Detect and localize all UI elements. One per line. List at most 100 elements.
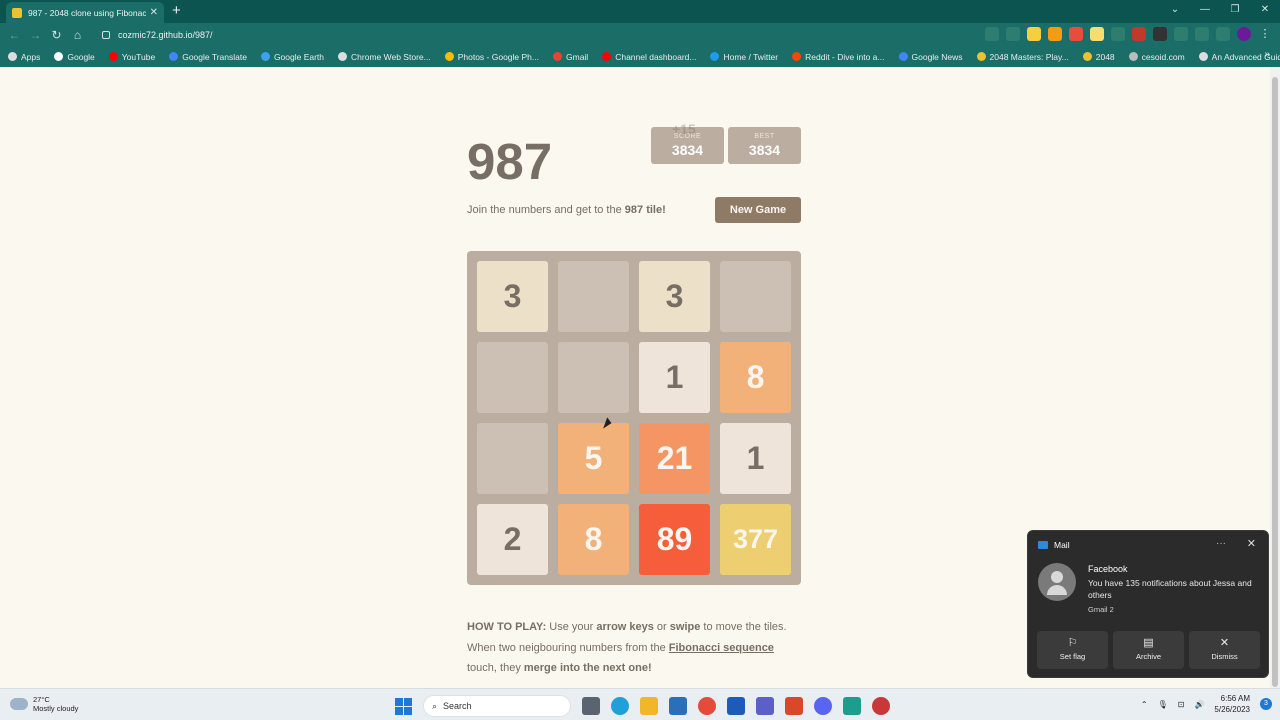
- app-icon[interactable]: [872, 697, 890, 715]
- bookmark-item[interactable]: Google Translate: [169, 52, 247, 62]
- bookmark-label: YouTube: [121, 51, 156, 62]
- notification-app: Mail: [1038, 540, 1070, 550]
- app-icon[interactable]: [843, 697, 861, 715]
- home-icon[interactable]: ⌂: [67, 28, 88, 42]
- notification-close-icon[interactable]: ✕: [1247, 537, 1256, 550]
- bookmark-item[interactable]: YouTube: [108, 51, 156, 62]
- clock[interactable]: 6:56 AM 5/26/2023: [1214, 693, 1250, 715]
- archive-button[interactable]: ▤ Archive: [1113, 631, 1184, 669]
- new-game-button[interactable]: New Game: [715, 197, 801, 223]
- mail-app-icon[interactable]: [669, 697, 687, 715]
- cloud-icon: [10, 698, 28, 710]
- extension-icon[interactable]: [1132, 27, 1146, 41]
- bookmark-item[interactable]: Google Earth: [260, 52, 324, 62]
- grid-cell: [558, 342, 629, 413]
- how-to-play: HOW TO PLAY: Use your arrow keys or swip…: [467, 617, 787, 679]
- menu-kebab-icon[interactable]: ⋮: [1258, 27, 1272, 41]
- dismiss-button[interactable]: ✕ Dismiss: [1189, 631, 1260, 669]
- address-bar[interactable]: cozmic72.github.io/987/: [96, 25, 976, 44]
- bookmark-item[interactable]: Photos - Google Ph...: [444, 52, 539, 62]
- fibonacci-link[interactable]: Fibonacci sequence: [669, 642, 774, 654]
- bookmarks-bar: Apps Google YouTube Google Translate Google …: [0, 46, 1280, 67]
- tab-close-icon[interactable]: ✕: [150, 7, 158, 18]
- intro-text: Join the numbers and get to the 987 tile…: [467, 204, 666, 216]
- weather-widget[interactable]: 27°C Mostly cloudy: [10, 695, 78, 713]
- tile: 2: [477, 504, 548, 575]
- bookmark-favicon-icon: [553, 52, 562, 61]
- weather-condition: Mostly cloudy: [33, 704, 79, 713]
- tile: 3: [477, 261, 548, 332]
- tile: 3: [639, 261, 710, 332]
- word-icon[interactable]: [727, 697, 745, 715]
- extension-icon[interactable]: [1111, 27, 1125, 41]
- extension-icon[interactable]: [1048, 27, 1062, 41]
- page-scrollbar[interactable]: [1270, 67, 1280, 688]
- bookmarks-more-icon[interactable]: »: [1264, 49, 1270, 60]
- side-panel-icon[interactable]: [1216, 27, 1230, 41]
- bookmark-item[interactable]: Google: [54, 52, 95, 62]
- tab-search-icon[interactable]: ⌄: [1160, 0, 1190, 22]
- network-icon[interactable]: ⊡: [1178, 700, 1185, 709]
- tile: 377: [720, 504, 791, 575]
- minimize-button[interactable]: —: [1190, 0, 1220, 22]
- howto-lead: HOW TO PLAY:: [467, 621, 547, 633]
- tab-favicon-icon: [12, 7, 22, 18]
- tile: 8: [558, 504, 629, 575]
- extension-icon[interactable]: [1027, 27, 1041, 41]
- bookmark-item[interactable]: 2048: [1082, 52, 1115, 62]
- tab-strip: 987 - 2048 clone using Fibonacci ✕ + ⌄ —…: [0, 0, 1280, 23]
- bookmark-item[interactable]: Chrome Web Store...: [338, 52, 431, 62]
- extensions-puzzle-icon[interactable]: [1195, 27, 1209, 41]
- bookmark-item[interactable]: 2048 Masters: Play...: [976, 52, 1069, 62]
- edge-icon[interactable]: [611, 697, 629, 715]
- bookmark-favicon-icon: [898, 52, 908, 61]
- extension-icon[interactable]: [1174, 27, 1188, 41]
- more-options-icon[interactable]: ···: [1216, 538, 1226, 549]
- back-arrow-icon[interactable]: ←: [4, 28, 25, 42]
- bookmark-item[interactable]: Apps: [8, 52, 40, 62]
- volume-icon[interactable]: 🔊: [1194, 700, 1204, 709]
- browser-tab[interactable]: 987 - 2048 clone using Fibonacci ✕: [6, 2, 164, 23]
- extension-icon[interactable]: [1153, 27, 1167, 41]
- bookmark-label: Google News: [911, 51, 963, 62]
- extension-icon[interactable]: [1069, 27, 1083, 41]
- start-windows-icon[interactable]: [395, 697, 412, 715]
- dismiss-icon: ✕: [1219, 637, 1230, 649]
- notification-badge[interactable]: 3: [1260, 698, 1272, 710]
- notification-message: You have 135 notifications about Jessa a…: [1088, 578, 1252, 600]
- set-flag-button[interactable]: ⚐ Set flag: [1037, 631, 1108, 669]
- new-tab-button[interactable]: +: [172, 2, 181, 19]
- taskbar-search[interactable]: ⌕ Search: [423, 695, 571, 717]
- howto-text: or: [653, 621, 670, 633]
- grid-cell: [477, 423, 548, 494]
- bookmark-item[interactable]: Gmail: [553, 52, 588, 62]
- file-explorer-icon[interactable]: [640, 697, 658, 715]
- reload-icon[interactable]: ↻: [46, 28, 67, 42]
- close-window-button[interactable]: ✕: [1250, 0, 1280, 22]
- app-icon[interactable]: [785, 697, 803, 715]
- microphone-icon[interactable]: 🎙: [1158, 700, 1168, 709]
- bookmark-label: Google Translate: [182, 51, 247, 62]
- bookmark-item[interactable]: Reddit - Dive into a...: [792, 52, 885, 62]
- share-icon[interactable]: [985, 27, 999, 41]
- bookmark-item[interactable]: Channel dashboard...: [602, 52, 696, 62]
- game-board[interactable]: 3 3 1 8 5 21 1 2 8 89 377: [467, 251, 801, 585]
- restore-button[interactable]: ❐: [1220, 0, 1250, 22]
- discord-icon[interactable]: [814, 697, 832, 715]
- teams-icon[interactable]: [756, 697, 774, 715]
- task-view-icon[interactable]: [582, 697, 600, 715]
- chevron-up-icon[interactable]: ⌃: [1141, 700, 1148, 709]
- chrome-icon[interactable]: [698, 697, 716, 715]
- bookmark-label: Chrome Web Store...: [351, 51, 431, 62]
- bookmark-item[interactable]: Home / Twitter: [710, 52, 778, 62]
- forward-arrow-icon[interactable]: →: [25, 28, 46, 42]
- scrollbar-thumb[interactable]: [1272, 77, 1278, 687]
- bookmark-item[interactable]: cesoid.com: [1128, 52, 1185, 62]
- bookmark-item[interactable]: Google News: [898, 51, 963, 62]
- best-value: 3834: [748, 142, 781, 158]
- profile-avatar[interactable]: [1237, 27, 1251, 41]
- bookmark-favicon-icon: [792, 52, 802, 61]
- mail-notification[interactable]: Mail ··· ✕ Facebook You have 135 notific…: [1027, 530, 1269, 678]
- star-bookmark-icon[interactable]: [1006, 27, 1020, 41]
- extension-icon[interactable]: [1090, 27, 1104, 41]
